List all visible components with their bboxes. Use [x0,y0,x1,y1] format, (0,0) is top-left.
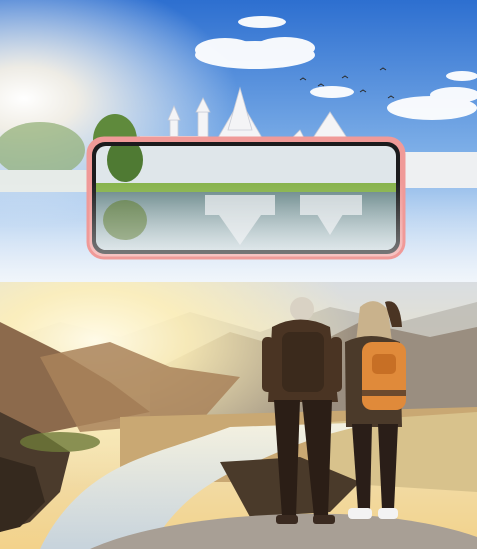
beanie [290,297,314,321]
white-sneaker [378,508,398,519]
hikers-valley-illustration [0,282,477,549]
hikers-valley-photo [0,282,477,549]
temple-phone-illustration [0,0,477,282]
backpack [282,332,324,392]
orange-backpack [362,342,406,410]
temple-phone-photo [0,0,477,282]
white-sneaker [348,508,372,519]
green-patch [20,432,100,452]
